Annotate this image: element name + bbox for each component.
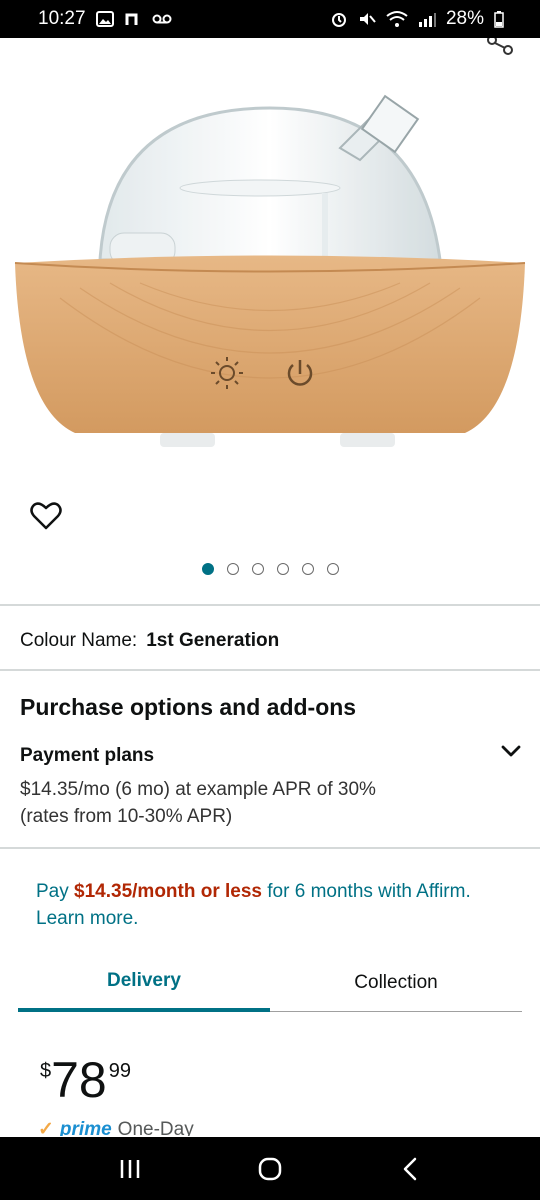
payment-line: $14.35/mo (6 mo) at example APR of 30% [20, 779, 376, 800]
payment-plans-title[interactable]: Payment plans [20, 745, 154, 767]
mute-icon [359, 13, 376, 25]
tab-collection[interactable]: Collection [270, 960, 522, 1011]
price-whole: 78 [51, 1052, 107, 1108]
divider [0, 669, 540, 671]
n-app-icon [125, 13, 138, 25]
carousel-dot[interactable] [226, 563, 239, 575]
affirm-offer[interactable]: Pay $14.35/month or less for 6 months wi… [36, 878, 516, 932]
recent-apps-button[interactable] [110, 1149, 150, 1189]
prime-row: ✓ prime One-Day [38, 1118, 194, 1136]
voicemail-icon [152, 14, 172, 24]
delivery-tabs: Delivery Collection [18, 960, 522, 1012]
product-image[interactable] [0, 38, 540, 493]
price: $ 78 99 [40, 1052, 131, 1108]
prime-check-icon: ✓ [38, 1119, 54, 1136]
back-icon [403, 1157, 417, 1180]
price-fraction: 99 [108, 1060, 131, 1082]
carousel-dot[interactable] [326, 563, 339, 575]
colour-label: Colour Name: [20, 630, 138, 651]
affirm-prefix: Pay [36, 881, 75, 902]
status-left: 10:27 [38, 8, 172, 30]
affirm-suffix: for 6 months with Affirm. [262, 881, 471, 902]
status-bar: 10:27 28% [0, 0, 540, 38]
recent-apps-icon [120, 1159, 140, 1178]
learn-more-link[interactable]: Learn more. [36, 908, 138, 929]
carousel-dot[interactable] [251, 563, 264, 575]
home-button[interactable] [250, 1149, 290, 1189]
prime-text: One-Day [117, 1119, 194, 1136]
carousel-dot[interactable] [201, 563, 214, 575]
affirm-price: $14.35/month or less [74, 881, 262, 902]
colour-row[interactable]: Colour Name: 1st Generation [20, 630, 279, 652]
payment-line: (rates from 10-30% APR) [20, 806, 233, 827]
chevron-down-icon[interactable] [498, 738, 524, 764]
divider [0, 847, 540, 849]
payment-plan-text: $14.35/mo (6 mo) at example APR of 30% (… [20, 776, 440, 830]
wifi-icon [386, 11, 408, 27]
battery-icon [494, 11, 504, 28]
heart-icon[interactable] [30, 502, 62, 530]
tab-delivery[interactable]: Delivery [18, 960, 270, 1012]
colour-value: 1st Generation [146, 630, 280, 651]
back-button[interactable] [390, 1149, 430, 1189]
carousel-dots [0, 563, 540, 575]
prime-logo: prime [59, 1119, 112, 1136]
divider [0, 604, 540, 606]
carousel-dot[interactable] [301, 563, 314, 575]
alarm-icon [331, 13, 346, 27]
purchase-options-title: Purchase options and add-ons [20, 694, 357, 720]
status-right: 28% [330, 8, 504, 30]
carousel-dot[interactable] [276, 563, 289, 575]
navigation-bar [0, 1137, 540, 1200]
price-symbol: $ [40, 1060, 52, 1082]
share-icon[interactable] [486, 38, 516, 60]
home-icon [258, 1157, 282, 1180]
image-icon [95, 11, 114, 27]
battery-text: 28% [445, 8, 484, 29]
diffuser-image [14, 94, 526, 447]
signal-icon [418, 13, 436, 27]
clock: 10:27 [38, 8, 86, 29]
